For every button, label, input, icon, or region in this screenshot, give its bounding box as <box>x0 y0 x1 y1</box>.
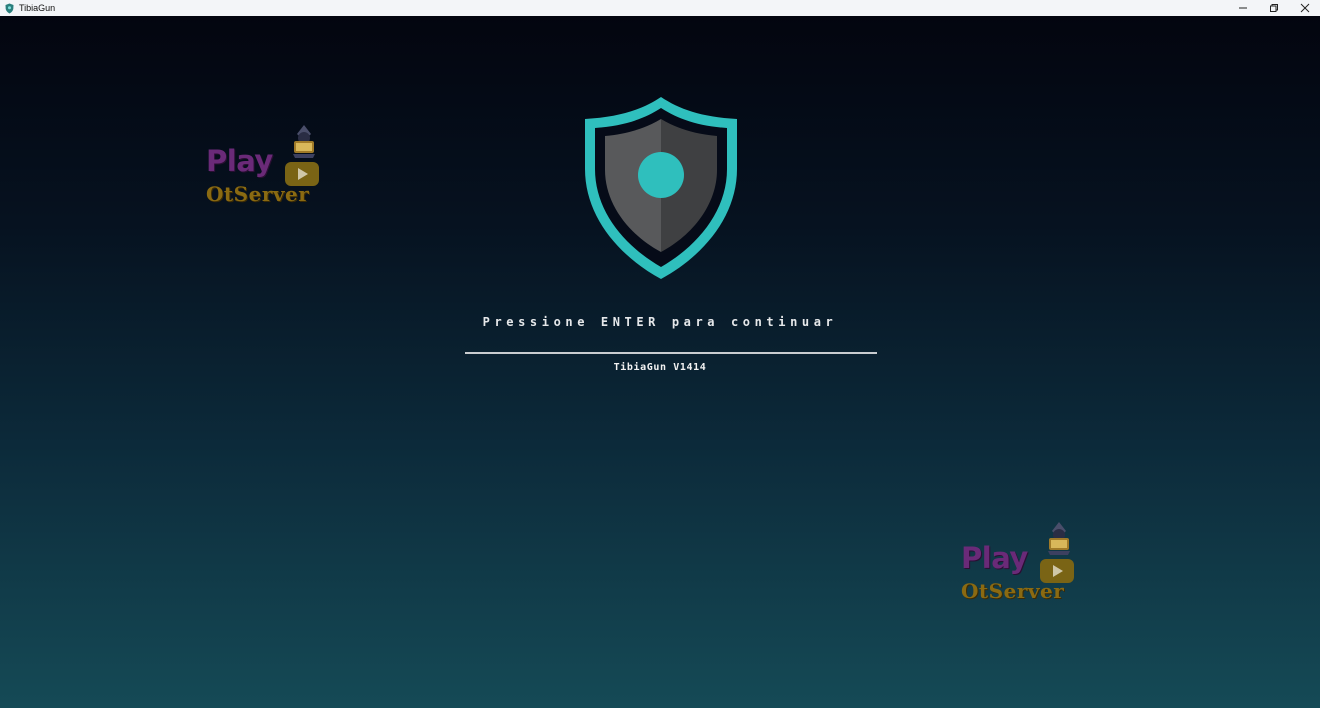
mascot-icon <box>293 125 315 158</box>
splash-screen[interactable]: Pressione ENTER para continuar TibiaGun … <box>0 16 1320 708</box>
minimize-button[interactable] <box>1227 0 1258 16</box>
play-otserver-watermark: Play OtServer <box>203 122 329 208</box>
divider-line <box>465 352 877 354</box>
play-otserver-watermark: Play OtServer <box>958 519 1084 605</box>
mascot-icon <box>1048 522 1070 555</box>
title-bar: TibiaGun <box>0 0 1320 16</box>
restore-icon <box>1269 4 1278 12</box>
watermark-play-text: Play <box>206 144 273 178</box>
watermark-otserver-text: OtServer <box>961 579 1065 603</box>
minimize-icon <box>1238 7 1247 9</box>
window-title: TibiaGun <box>19 3 56 13</box>
watermark-otserver-text: OtServer <box>206 182 310 206</box>
restore-button[interactable] <box>1258 0 1289 16</box>
close-button[interactable] <box>1289 0 1320 16</box>
press-enter-prompt: Pressione ENTER para continuar <box>482 315 838 329</box>
window-controls <box>1227 0 1320 16</box>
shield-app-icon <box>3 2 15 14</box>
watermark-play-text: Play <box>961 541 1028 575</box>
shield-logo-icon <box>585 97 737 279</box>
version-label: TibiaGun V1414 <box>613 362 707 373</box>
close-icon <box>1300 3 1309 13</box>
